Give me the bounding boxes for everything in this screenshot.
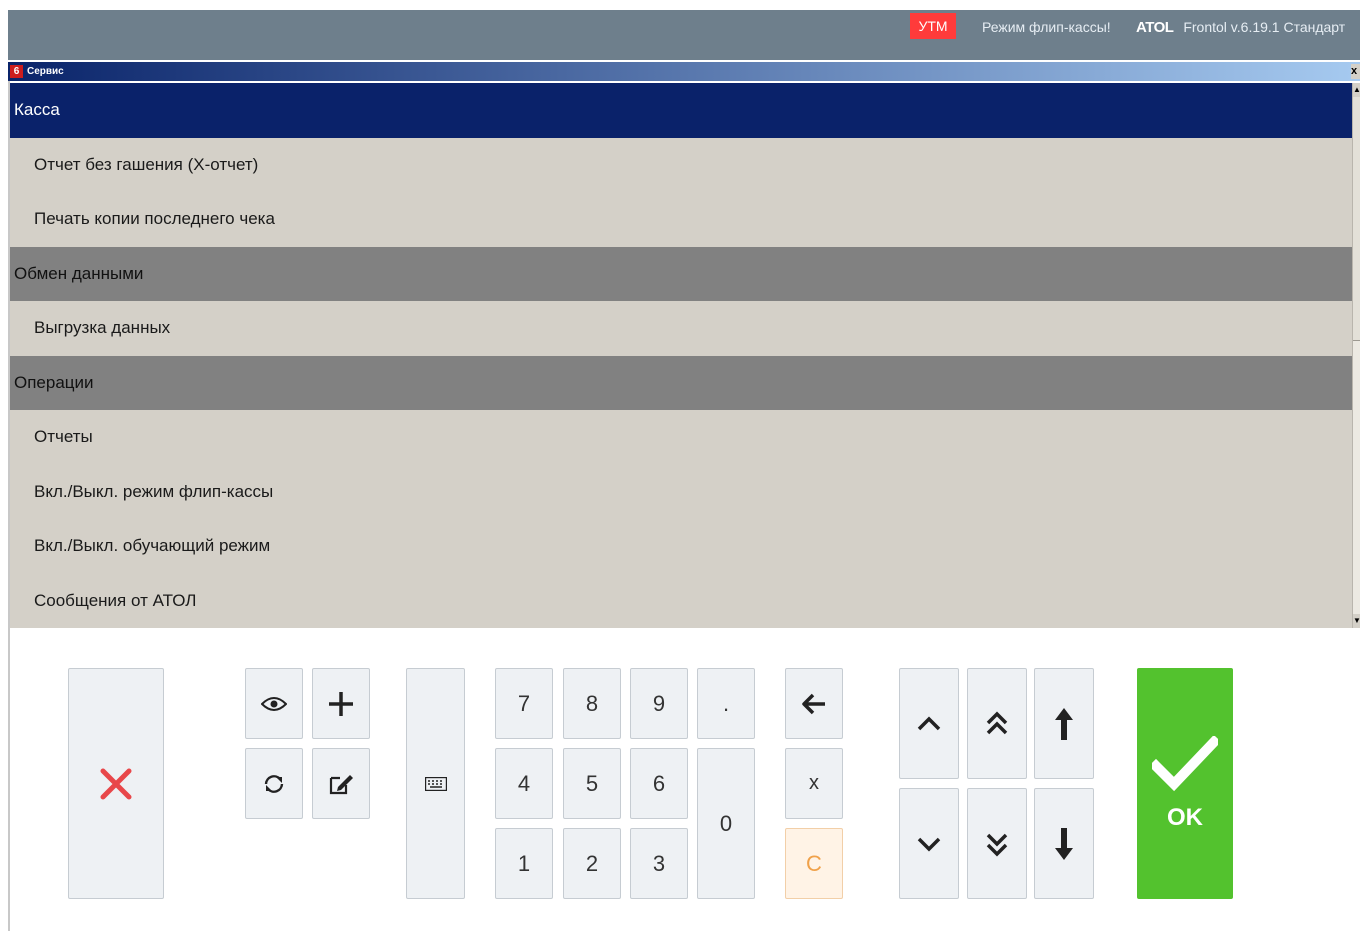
menu-category-operations[interactable]: Операции [10,355,1352,410]
menu-item-data-export[interactable]: Выгрузка данных [10,301,1352,356]
utm-badge[interactable]: УТМ [910,13,956,39]
menu-category-kassa[interactable]: Касса [10,83,1352,138]
refresh-button[interactable] [245,748,303,819]
digit-0-button[interactable]: 0 [697,748,755,899]
digit-1-button[interactable]: 1 [495,828,553,899]
menu-category-data-exchange[interactable]: Обмен данными [10,246,1352,301]
app-version: Frontol v.6.19.1 Стандарт [1183,19,1346,35]
digit-6-button[interactable]: 6 [630,748,688,819]
move-up-button[interactable] [899,668,959,779]
ok-label: OK [1167,803,1203,831]
menu-item-label: Выгрузка данных [34,318,171,338]
digit-3-button[interactable]: 3 [630,828,688,899]
menu-item-label: Печать копии последнего чека [34,209,275,229]
atol-logo: ATOL [1136,19,1174,36]
edit-icon [329,774,353,794]
brand: ATOL Frontol v.6.19.1 Стандарт [1136,19,1345,36]
double-chevron-down-icon [986,833,1008,856]
page-up-button[interactable] [967,668,1027,779]
eye-icon [261,696,287,711]
arrow-down-icon [1055,827,1073,860]
digit-5-button[interactable]: 5 [563,748,621,819]
multiply-button[interactable]: x [785,748,843,819]
menu-category-label: Касса [14,100,60,120]
go-to-top-button[interactable] [1034,668,1094,779]
window-title: Сервис [27,66,64,77]
menu-scrollbar[interactable]: ▲ ▼ [1352,83,1360,628]
top-margin [0,0,1360,10]
move-down-button[interactable] [899,788,959,899]
ok-button[interactable]: OK [1137,668,1233,899]
window-titlebar: 6 Сервис x [8,62,1360,81]
menu-item-label: Вкл./Выкл. режим флип-кассы [34,481,274,501]
edit-button[interactable] [312,748,370,819]
menu-item-label: Сообщения от АТОЛ [34,590,197,610]
menu-item-label: Отчет без гашения (X-отчет) [34,154,259,174]
menu-item-label: Вкл./Выкл. обучающий режим [34,536,271,556]
scroll-down-button[interactable]: ▼ [1353,614,1360,628]
dot-button[interactable]: . [697,668,755,739]
keyboard-button[interactable] [406,668,465,899]
service-menu: Касса Отчет без гашения (X-отчет) Печать… [10,83,1352,628]
close-window-button[interactable]: x [1351,64,1360,79]
clear-button[interactable]: C [785,828,843,899]
digit-8-button[interactable]: 8 [563,668,621,739]
keyboard-icon [424,776,447,791]
digit-2-button[interactable]: 2 [563,828,621,899]
chevron-down-icon [917,837,941,851]
plus-icon [329,691,353,716]
menu-category-label: Обмен данными [14,263,144,283]
double-chevron-up-icon [986,711,1008,734]
digit-7-button[interactable]: 7 [495,668,553,739]
refresh-icon [264,774,284,793]
arrow-up-icon [1055,707,1073,740]
close-x-icon [100,768,132,799]
backspace-button[interactable] [785,668,843,739]
status-bar: УТМ Режим флип-кассы! ATOL Frontol v.6.1… [8,10,1360,60]
add-button[interactable] [312,668,370,739]
menu-category-label: Операции [14,372,94,392]
arrow-left-icon [802,693,825,714]
menu-item-atol-messages[interactable]: Сообщения от АТОЛ [10,573,1352,628]
scroll-thumb[interactable] [1353,97,1360,341]
menu-item-training-mode-toggle[interactable]: Вкл./Выкл. обучающий режим [10,519,1352,574]
menu-item-x-report[interactable]: Отчет без гашения (X-отчет) [10,137,1352,192]
cancel-button[interactable] [68,668,164,899]
page-down-button[interactable] [967,788,1027,899]
checkmark-icon [1152,735,1218,791]
menu-item-reports[interactable]: Отчеты [10,410,1352,465]
scroll-up-button[interactable]: ▲ [1353,83,1360,97]
go-to-bottom-button[interactable] [1034,788,1094,899]
menu-item-print-last-receipt[interactable]: Печать копии последнего чека [10,192,1352,247]
view-button[interactable] [245,668,303,739]
chevron-up-icon [917,716,941,730]
digit-4-button[interactable]: 4 [495,748,553,819]
mode-warning: Режим флип-кассы! [982,19,1111,35]
window-number: 6 [10,65,23,78]
digit-9-button[interactable]: 9 [630,668,688,739]
menu-item-label: Отчеты [34,427,93,447]
menu-item-flip-mode-toggle[interactable]: Вкл./Выкл. режим флип-кассы [10,464,1352,519]
